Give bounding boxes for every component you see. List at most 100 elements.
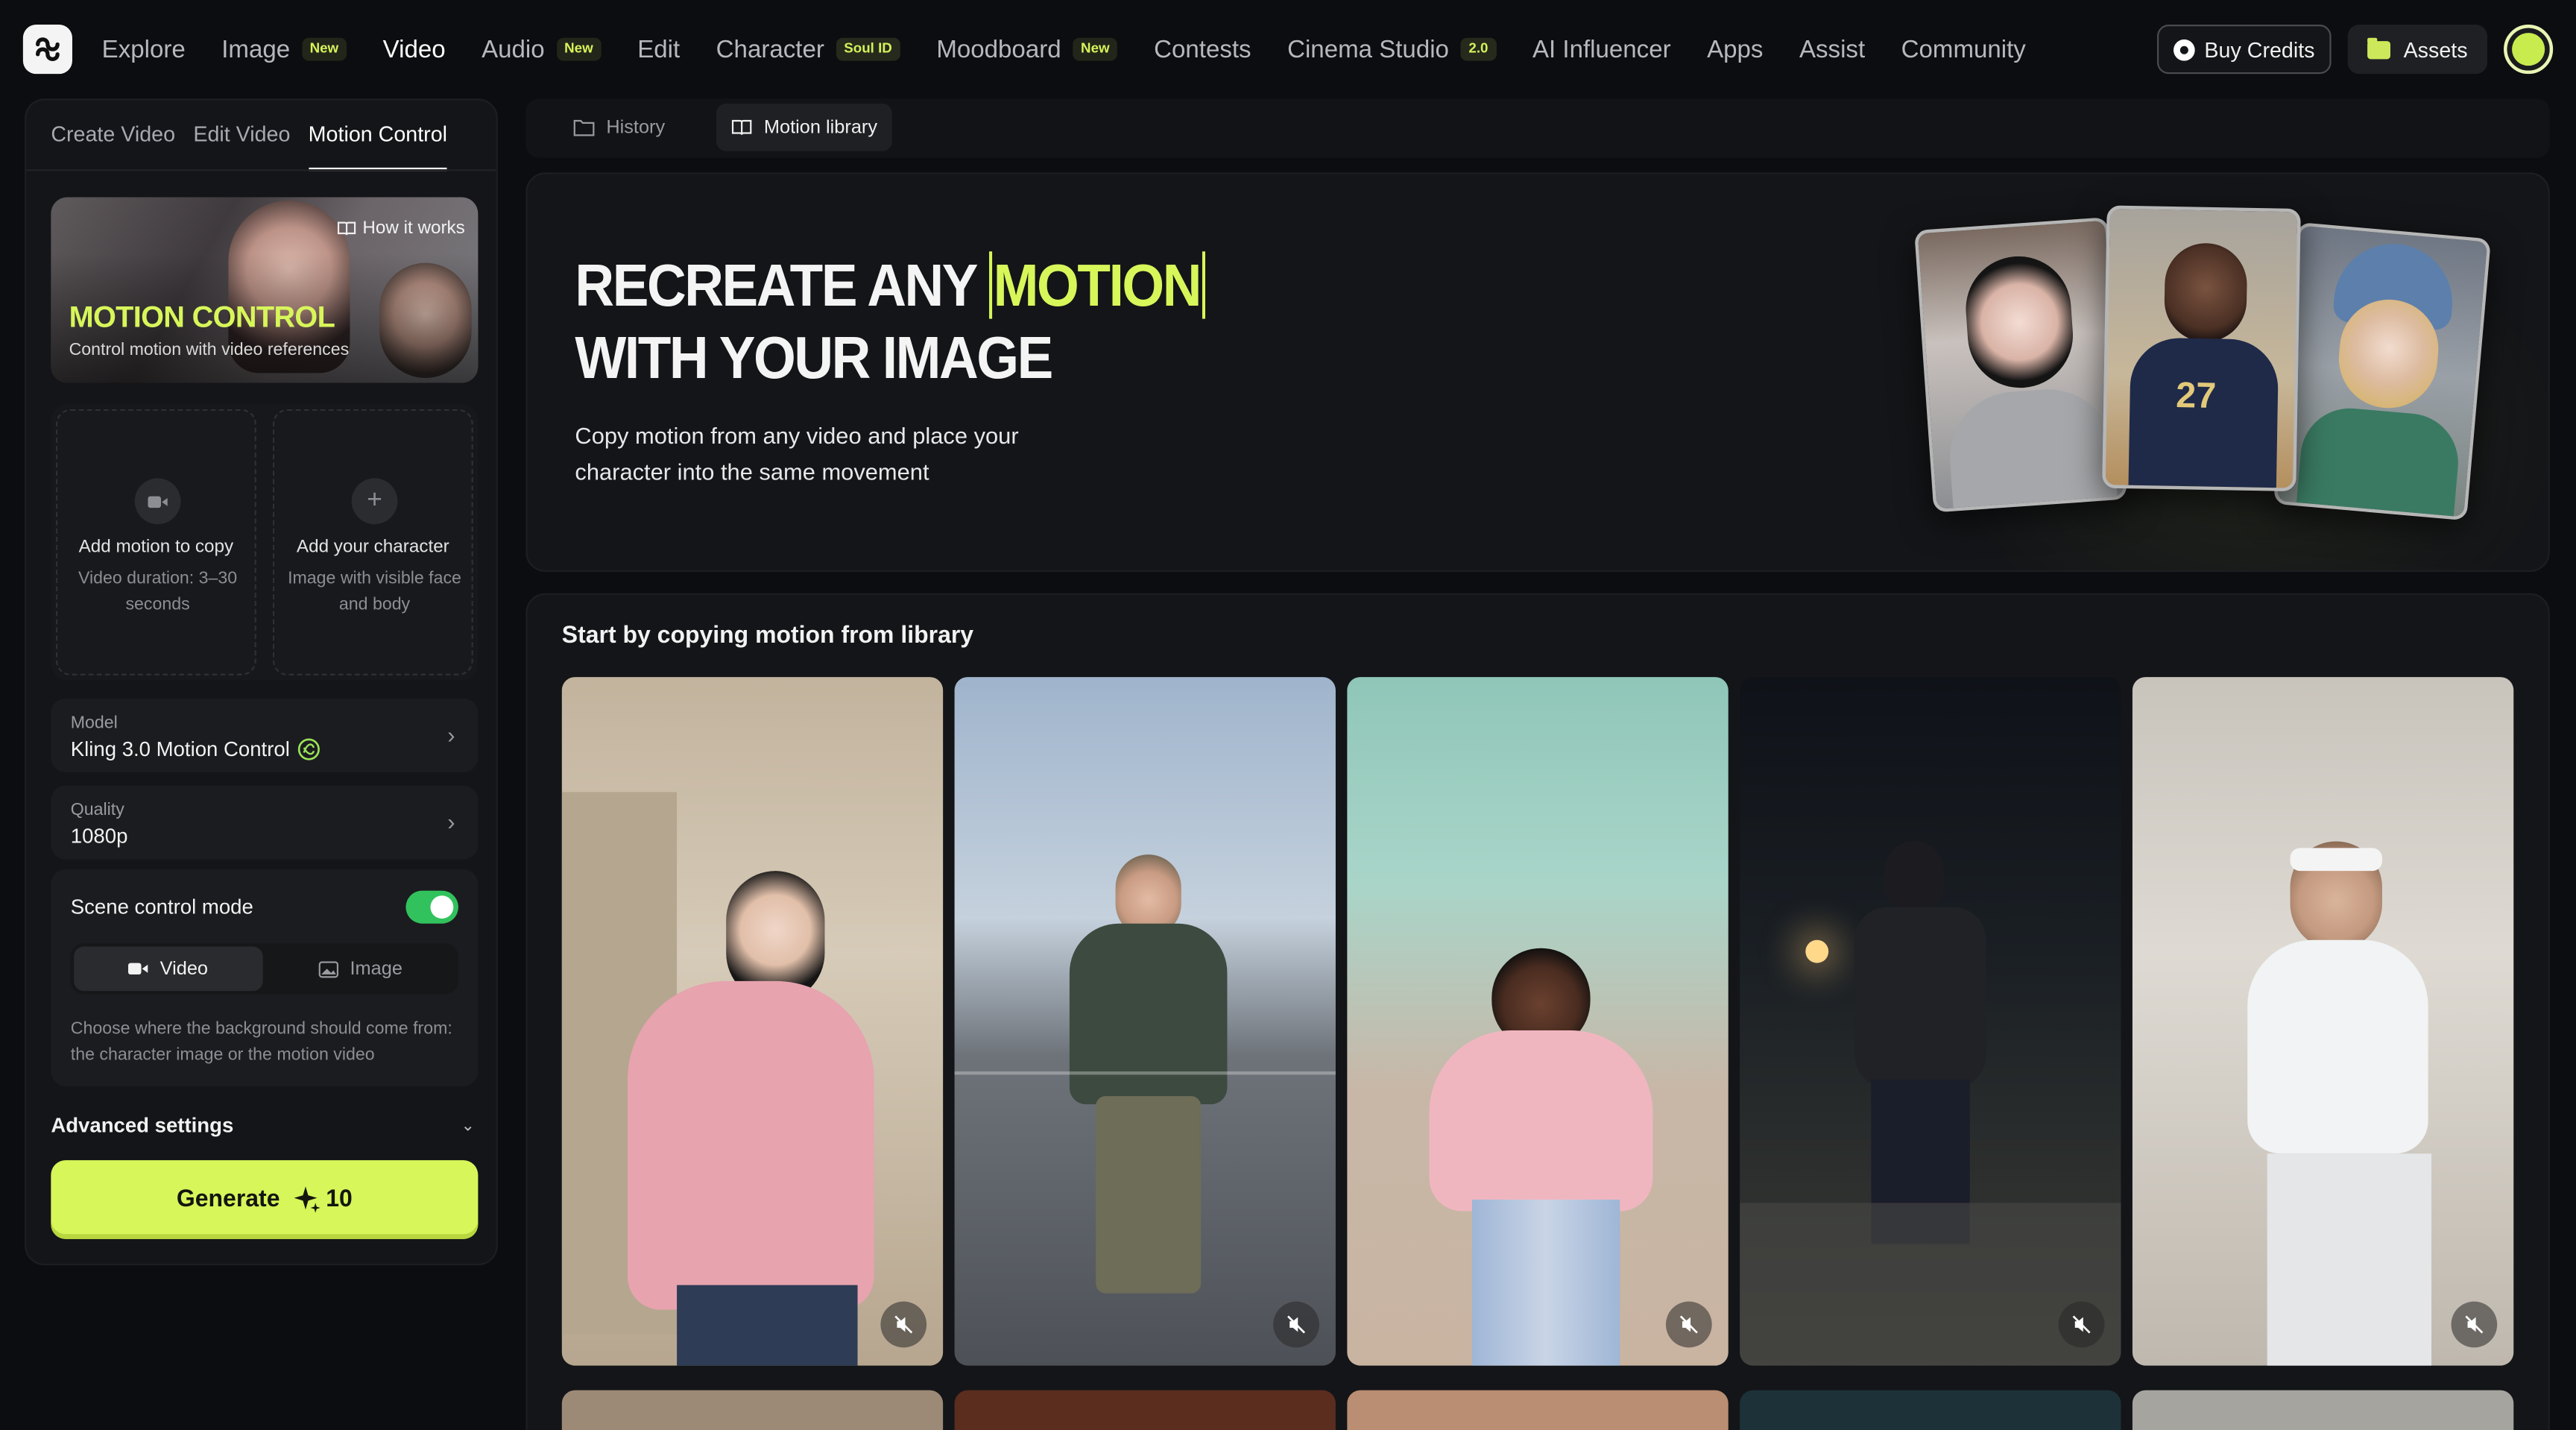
hero-headline-line1: RECREATE ANY xyxy=(575,251,989,319)
scene-control-toggle[interactable] xyxy=(405,890,458,924)
mute-icon[interactable] xyxy=(2058,1301,2105,1348)
nav-item-label: Moodboard xyxy=(936,35,1061,63)
scene-control-section: Scene control mode Video Image Choose wh… xyxy=(51,869,479,1086)
nav-item-label: Cinema Studio xyxy=(1287,35,1449,63)
model-selector[interactable]: Model Kling 3.0 Motion Control › xyxy=(51,698,479,772)
nav-item-label: Character xyxy=(716,35,824,63)
hero-headline-highlight: MOTION xyxy=(988,251,1205,319)
chevron-right-icon: › xyxy=(447,721,455,748)
nav-item-label: Image xyxy=(221,35,291,63)
tab-motion-library[interactable]: Motion library xyxy=(716,103,892,151)
nav-item-audio[interactable]: Audio New xyxy=(482,35,602,63)
tab-history[interactable]: History xyxy=(558,104,680,151)
library-video-9[interactable] xyxy=(1740,1390,2121,1430)
nav-badge: New xyxy=(556,38,602,60)
tab-motion-control[interactable]: Motion Control xyxy=(308,119,448,171)
nav-items: Explore Image New Video Audio New Edit Characte… xyxy=(102,0,2062,98)
coin-icon xyxy=(2173,38,2195,60)
library-video-5[interactable] xyxy=(2132,677,2514,1366)
nav-badge: Soul ID xyxy=(836,38,900,60)
tab-history-label: History xyxy=(606,117,666,138)
nav-item-edit[interactable]: Edit xyxy=(637,35,680,63)
mute-icon[interactable] xyxy=(1273,1301,1319,1348)
nav-item-label: Video xyxy=(382,35,446,63)
nav-item-video[interactable]: Video xyxy=(383,35,446,63)
app-logo[interactable] xyxy=(22,25,72,75)
library-video-10[interactable] xyxy=(2132,1390,2514,1430)
nav-item-apps[interactable]: Apps xyxy=(1707,35,1763,63)
video-camera-icon xyxy=(134,478,181,525)
advanced-settings-toggle[interactable]: Advanced settings ⌄ xyxy=(51,1114,478,1137)
left-tabs: Create Video Edit Video Motion Control xyxy=(51,119,448,171)
quality-value: 1080p xyxy=(70,825,128,848)
mute-icon[interactable] xyxy=(880,1301,927,1348)
quality-selector[interactable]: Quality 1080p › xyxy=(51,785,479,860)
hero-sample-image-3 xyxy=(2273,221,2492,521)
nav-item-label: Apps xyxy=(1707,35,1764,63)
buy-credits-button[interactable]: Buy Credits xyxy=(2156,25,2332,75)
hero-sample-image-1 xyxy=(1914,217,2127,513)
model-label: Model xyxy=(70,713,118,734)
mute-icon[interactable] xyxy=(1665,1301,1712,1348)
add-motion-title: Add motion to copy xyxy=(78,537,234,558)
nav-item-community[interactable]: Community xyxy=(1901,35,2026,63)
nav-item-label: Community xyxy=(1901,35,2026,63)
model-value: Kling 3.0 Motion Control xyxy=(70,737,290,761)
library-title: Start by copying motion from library xyxy=(561,623,974,649)
chevron-right-icon: › xyxy=(447,808,455,835)
scene-option-image[interactable]: Image xyxy=(266,947,455,992)
motion-library-section: Start by copying motion from library xyxy=(525,593,2550,1430)
library-video-8[interactable] xyxy=(1347,1390,1729,1430)
add-character-upload[interactable]: + Add your character Image with visible … xyxy=(272,409,473,675)
nav-item-contests[interactable]: Contests xyxy=(1154,35,1251,63)
nav-badge: 2.0 xyxy=(1460,38,1497,60)
sparkle-icon xyxy=(294,1186,321,1213)
nav-item-cinema-studio[interactable]: Cinema Studio 2.0 xyxy=(1287,35,1497,63)
nav-item-label: Assist xyxy=(1799,35,1866,63)
nav-item-label: Edit xyxy=(637,35,681,63)
upload-area: Add motion to copy Video duration: 3–30 … xyxy=(51,404,479,681)
nav-item-label: Explore xyxy=(101,35,186,63)
library-video-4[interactable] xyxy=(1740,677,2121,1366)
hero-sample-image-2: 27 xyxy=(2102,205,2301,492)
scene-control-help: Choose where the background should come … xyxy=(70,1018,452,1065)
nav-badge: New xyxy=(1073,38,1118,60)
nav-item-ai-influencer[interactable]: AI Influencer xyxy=(1532,35,1671,63)
tab-edit-video[interactable]: Edit Video xyxy=(193,119,290,171)
scene-option-video[interactable]: Video xyxy=(74,946,263,992)
quality-label: Quality xyxy=(70,800,124,820)
nav-item-assist[interactable]: Assist xyxy=(1799,35,1865,63)
library-video-6[interactable] xyxy=(561,1390,944,1430)
nav-item-explore[interactable]: Explore xyxy=(102,35,186,63)
nav-item-character[interactable]: Character Soul ID xyxy=(716,35,900,63)
nav-item-image[interactable]: Image New xyxy=(221,35,347,63)
motion-control-title: MOTION CONTROL xyxy=(69,300,335,334)
top-navigation: Explore Image New Video Audio New Edit Characte… xyxy=(0,0,2576,98)
hero-description: Copy motion from any video and place you… xyxy=(575,422,1019,485)
scene-control-title: Scene control mode xyxy=(70,895,253,919)
add-character-desc: Image with visible face and body xyxy=(288,568,461,615)
left-panel: Create Video Edit Video Motion Control H… xyxy=(25,98,498,1266)
user-avatar[interactable] xyxy=(2504,25,2554,75)
nav-item-label: Contests xyxy=(1154,35,1251,63)
how-it-works-link[interactable]: How it works xyxy=(336,218,465,239)
library-video-1[interactable] xyxy=(561,677,944,1366)
nav-item-moodboard[interactable]: Moodboard New xyxy=(936,35,1118,63)
add-motion-desc: Video duration: 3–30 seconds xyxy=(78,568,238,615)
assets-button[interactable]: Assets xyxy=(2347,25,2488,75)
hero-headline-line2: WITH YOUR IMAGE xyxy=(575,324,1053,391)
motion-control-hero-card[interactable]: How it works MOTION CONTROL Control moti… xyxy=(51,197,479,383)
library-video-2[interactable] xyxy=(954,677,1336,1366)
plus-icon: + xyxy=(351,478,398,525)
add-motion-upload[interactable]: Add motion to copy Video duration: 3–30 … xyxy=(55,409,256,675)
mute-icon[interactable] xyxy=(2451,1301,2498,1348)
kling-logo-icon xyxy=(298,738,321,760)
buy-credits-label: Buy Credits xyxy=(2204,37,2315,62)
library-video-7[interactable] xyxy=(954,1390,1336,1430)
folder-icon xyxy=(2367,37,2390,59)
library-video-3[interactable] xyxy=(1347,677,1729,1366)
book-icon xyxy=(337,221,356,236)
generate-button[interactable]: Generate 10 xyxy=(51,1160,479,1239)
nav-item-label: AI Influencer xyxy=(1532,35,1671,63)
tab-create-video[interactable]: Create Video xyxy=(51,119,175,171)
